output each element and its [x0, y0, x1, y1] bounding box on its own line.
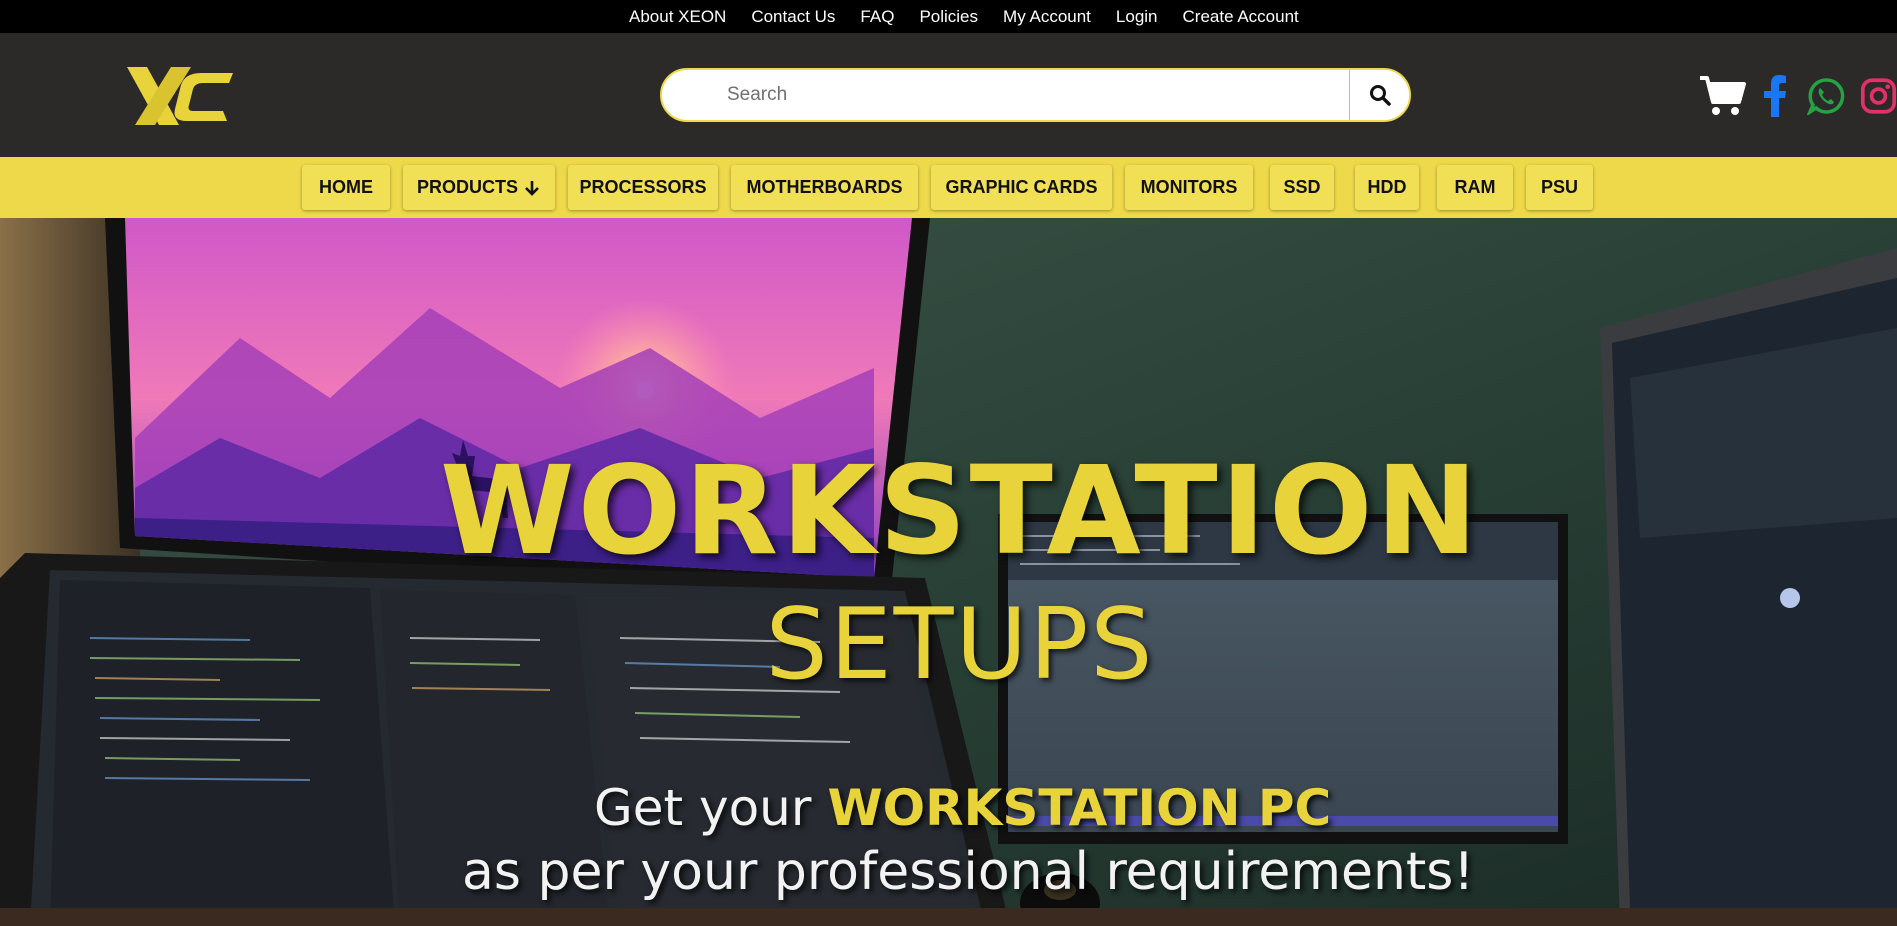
instagram-icon	[1860, 78, 1897, 114]
facebook-link[interactable]	[1760, 73, 1790, 119]
nav-monitors[interactable]: MONITORS	[1125, 165, 1253, 210]
nav-hdd[interactable]: HDD	[1355, 165, 1419, 210]
arrow-down-icon	[525, 180, 539, 196]
magnifier-icon	[1369, 85, 1391, 106]
category-nav: HOME PRODUCTS PROCESSORS MOTHERBOARDS GR…	[0, 157, 1897, 218]
nav-graphic-cards[interactable]: GRAPHIC CARDS	[931, 165, 1112, 210]
top-link-contact[interactable]: Contact Us	[751, 7, 835, 27]
instagram-link[interactable]	[1860, 73, 1897, 119]
top-link-my-account[interactable]: My Account	[1003, 7, 1091, 27]
nav-ssd[interactable]: SSD	[1270, 165, 1334, 210]
hero-subtitle: SETUPS	[765, 588, 1155, 702]
top-link-policies[interactable]: Policies	[919, 7, 978, 27]
hero-title: WORKSTATION	[440, 440, 1481, 582]
nav-psu[interactable]: PSU	[1526, 165, 1593, 210]
top-utility-bar: About XEON Contact Us FAQ Policies My Ac…	[0, 0, 1897, 33]
hero-tagline-accent: WORKSTATION PC	[827, 779, 1332, 837]
whatsapp-icon	[1807, 78, 1845, 115]
nav-processors[interactable]: PROCESSORS	[568, 165, 718, 210]
top-link-about[interactable]: About XEON	[629, 7, 726, 27]
top-link-login[interactable]: Login	[1116, 7, 1158, 27]
facebook-icon	[1764, 75, 1786, 117]
hero-banner[interactable]: WORKSTATION SETUPS Get your WORKSTATION P…	[0, 218, 1897, 926]
search-button[interactable]	[1349, 70, 1409, 120]
search-bar	[660, 68, 1411, 122]
hero-tagline-line2: as per your professional requirements!	[462, 842, 1475, 902]
hero-tagline-line1: Get your WORKSTATION PC	[594, 783, 1331, 833]
nav-products-label: PRODUCTS	[416, 177, 518, 197]
nav-home[interactable]: HOME	[302, 165, 390, 210]
nav-products[interactable]: PRODUCTS	[403, 165, 555, 210]
cart-icon	[1700, 76, 1746, 115]
nav-motherboards[interactable]: MOTHERBOARDS	[731, 165, 918, 210]
cart-button[interactable]	[1698, 73, 1746, 119]
nav-ram[interactable]: RAM	[1437, 165, 1513, 210]
top-link-create-account[interactable]: Create Account	[1183, 7, 1299, 27]
site-header	[0, 33, 1897, 157]
top-links: About XEON Contact Us FAQ Policies My Ac…	[629, 0, 1299, 33]
hero-tagline-plain: Get your	[594, 779, 812, 837]
site-logo[interactable]	[125, 65, 235, 127]
search-input[interactable]	[662, 70, 1352, 120]
top-link-faq[interactable]: FAQ	[860, 7, 894, 27]
whatsapp-link[interactable]	[1806, 73, 1846, 119]
